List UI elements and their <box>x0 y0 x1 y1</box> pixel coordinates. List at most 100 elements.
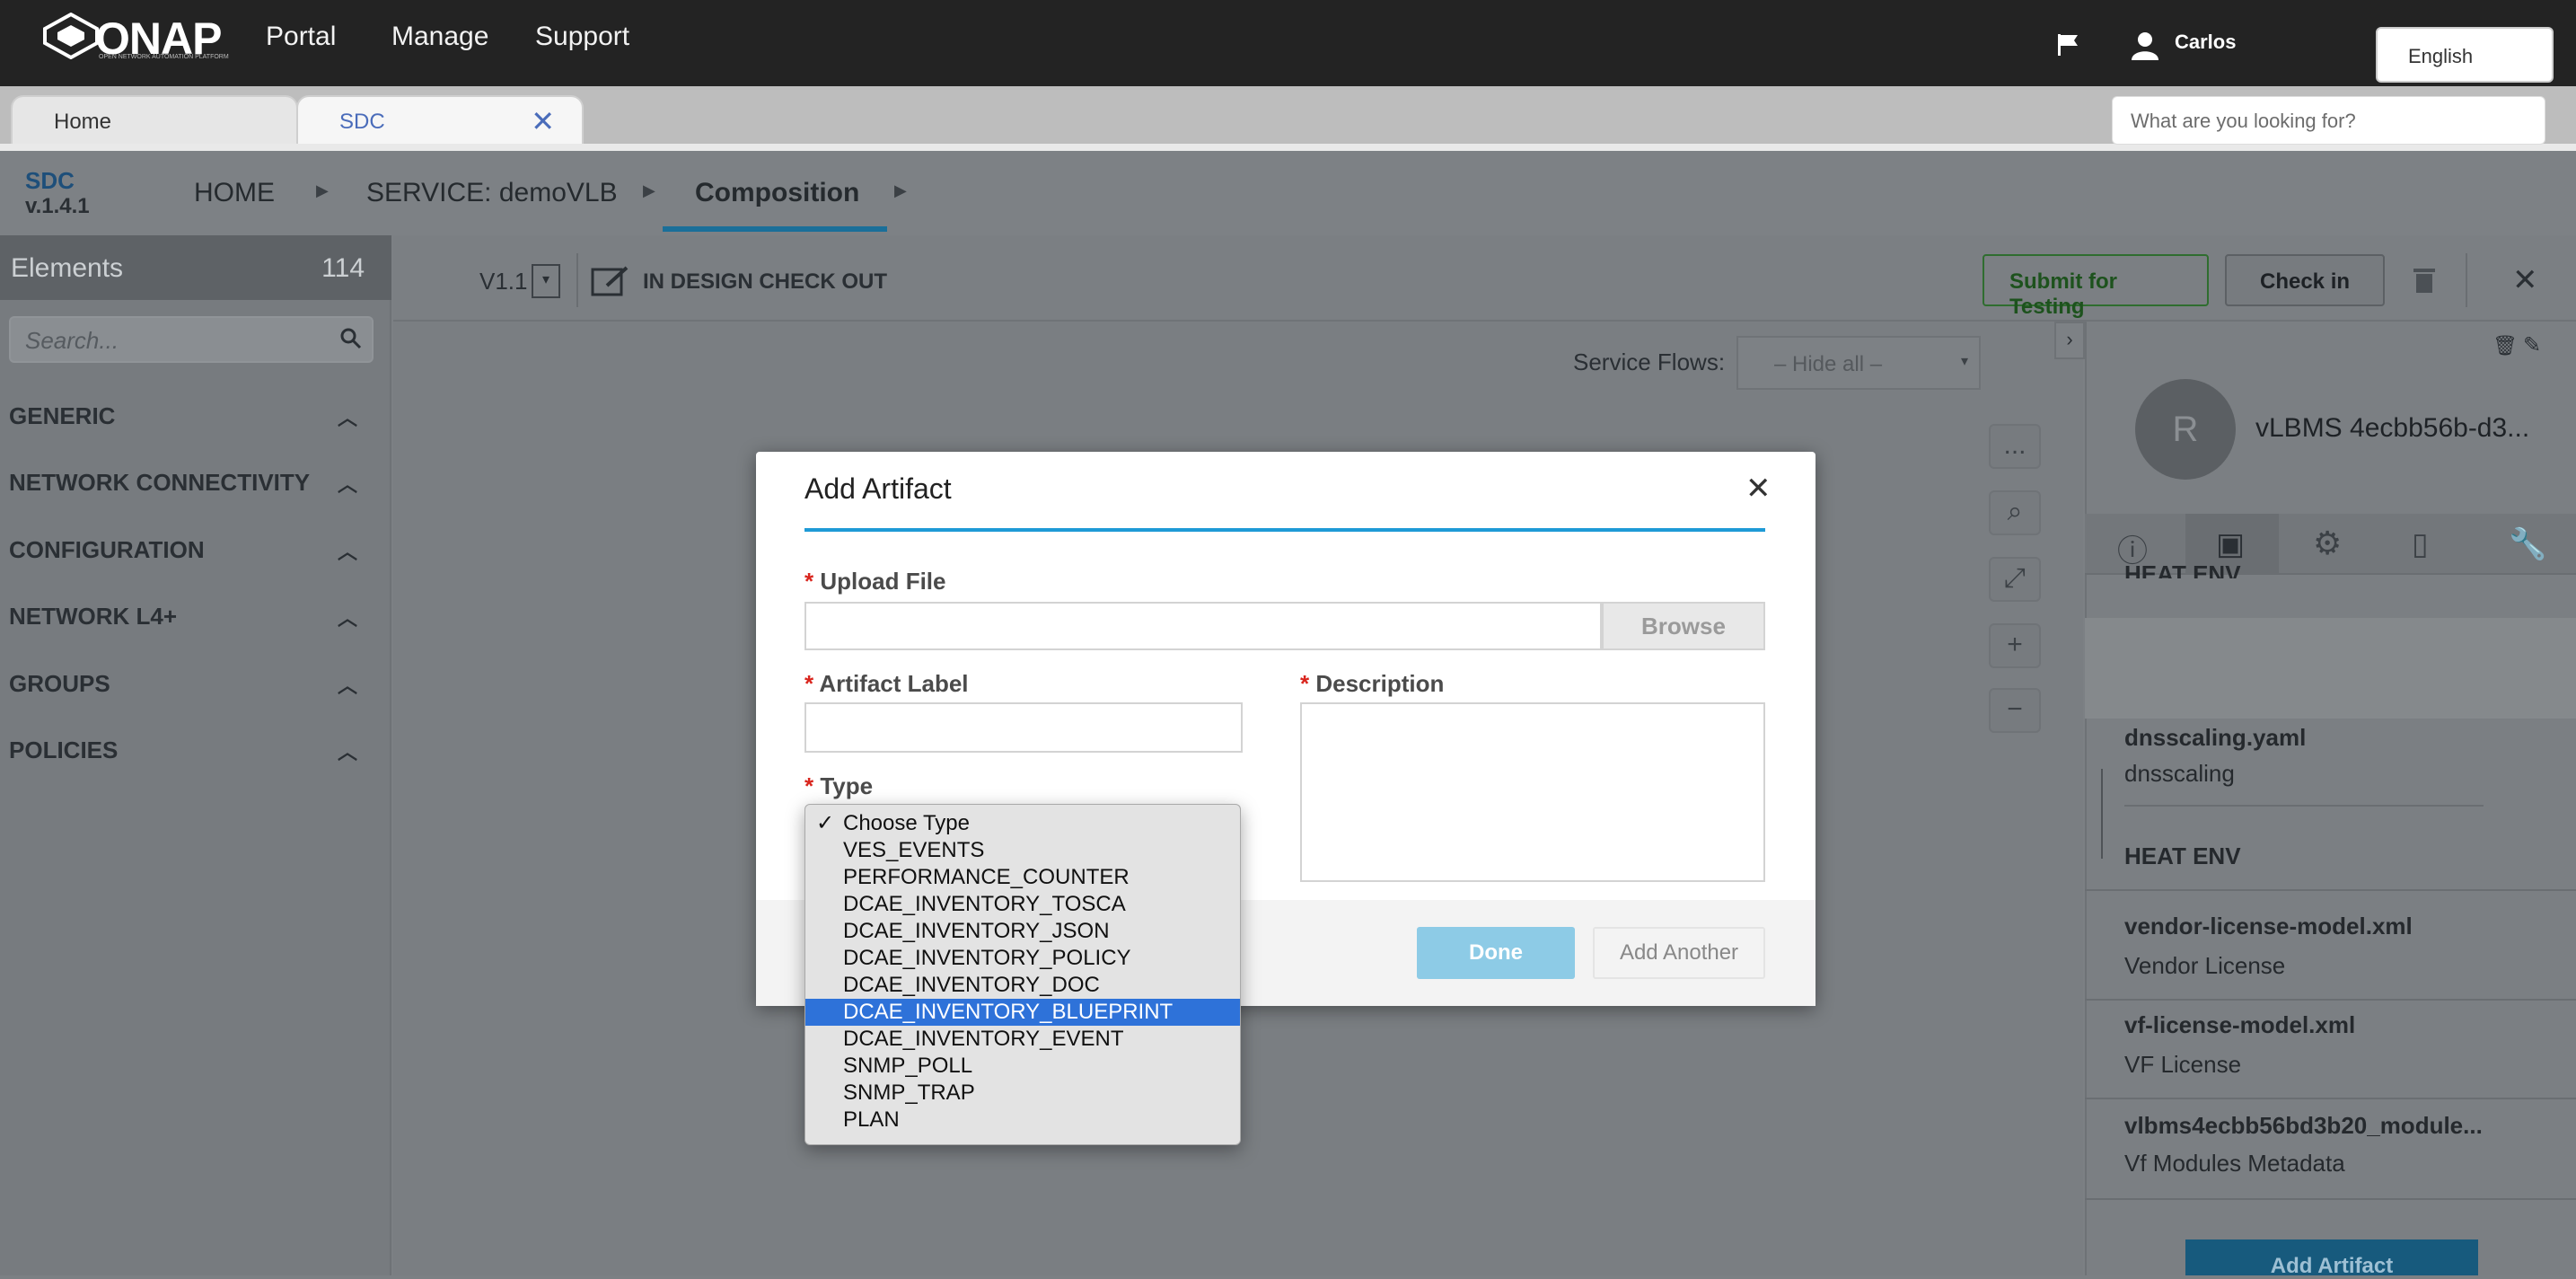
more-options-button[interactable]: ... <box>1989 424 2041 469</box>
nav-manage[interactable]: Manage <box>391 22 488 52</box>
global-search-input[interactable]: What are you looking for? <box>2112 96 2545 145</box>
fit-screen-button[interactable]: ⤢ <box>1989 557 2041 602</box>
version-dropdown-icon[interactable]: ▾ <box>532 264 560 298</box>
type-option[interactable]: DCAE_INVENTORY_POLICY <box>805 945 1240 972</box>
nav-portal[interactable]: Portal <box>266 22 336 52</box>
upload-file-label-text: Upload File <box>820 568 946 595</box>
logo-subtext: OPEN NETWORK AUTOMATION PLATFORM <box>99 54 229 60</box>
breadcrumb-caret-icon: ▶ <box>316 181 329 199</box>
breadcrumb-service[interactable]: SERVICE: demoVLB <box>366 178 618 208</box>
expand-icon: ⤢ <box>2004 563 2026 593</box>
nav-support[interactable]: Support <box>535 22 629 52</box>
document-icon[interactable]: ▯ <box>2412 526 2429 562</box>
type-dropdown-list[interactable]: ✓ Choose Type VES_EVENTS PERFORMANCE_COUN… <box>804 804 1241 1145</box>
modal-title-underline <box>804 528 1765 532</box>
gear-icon[interactable]: ⚙ <box>2313 525 2342 562</box>
divider <box>2085 1098 2576 1099</box>
add-another-button[interactable]: Add Another <box>1593 927 1765 979</box>
wrench-icon[interactable]: 🔧 <box>2509 526 2546 562</box>
service-flows-label: Service Flows: <box>1573 348 1726 375</box>
search-icon[interactable] <box>339 327 363 350</box>
category-policies[interactable]: POLICIES ︿ <box>9 737 382 764</box>
divider <box>2085 1198 2576 1200</box>
chevron-up-icon: ︿ <box>337 741 357 763</box>
description-textarea[interactable] <box>1300 702 1765 882</box>
component-avatar: R <box>2135 379 2236 480</box>
zoom-in-button[interactable]: + <box>1989 623 2041 668</box>
upload-file-input[interactable] <box>804 602 1602 650</box>
browse-button[interactable]: Browse <box>1602 602 1765 650</box>
tab-home[interactable]: Home <box>11 95 298 146</box>
category-label: GROUPS <box>9 670 110 697</box>
artifact-label: dnsscaling <box>2124 760 2235 787</box>
chevron-down-icon: ▾ <box>1961 354 1969 369</box>
submit-for-testing-button[interactable]: Submit for Testing <box>1983 254 2209 319</box>
artifact-env-label[interactable]: HEAT ENV <box>2124 842 2241 870</box>
modal-close-icon[interactable]: ✕ <box>1745 471 1772 507</box>
tab-home-label: Home <box>54 110 112 134</box>
artifact-label-text: Artifact Label <box>819 670 969 697</box>
done-button[interactable]: Done <box>1417 927 1575 979</box>
breadcrumb-composition[interactable]: Composition <box>695 178 859 208</box>
pencil-icon[interactable]: ✎ <box>2523 332 2541 358</box>
service-flows-select[interactable]: – Hide all – <box>1736 336 1981 390</box>
required-mark: * <box>804 772 814 799</box>
category-generic[interactable]: GENERIC ︿ <box>9 402 382 430</box>
artifact-file[interactable]: vendor-license-model.xml <box>2124 913 2413 940</box>
type-option[interactable]: DCAE_INVENTORY_DOC <box>805 972 1240 999</box>
checkmark-icon: ✓ <box>816 811 835 835</box>
chevron-up-icon: ︿ <box>337 607 357 630</box>
flag-icon[interactable] <box>2056 32 2079 57</box>
category-label: POLICIES <box>9 737 119 763</box>
search-icon: ⌕ <box>2007 497 2023 526</box>
type-option[interactable]: DCAE_INVENTORY_EVENT <box>805 1026 1240 1053</box>
onap-logo[interactable]: ONAP OPEN NETWORK AUTOMATION PLATFORM <box>43 13 250 64</box>
trash-icon[interactable] <box>2412 264 2437 295</box>
user-name[interactable]: Carlos <box>2175 31 2236 54</box>
active-breadcrumb-underline <box>663 226 887 232</box>
category-label: NETWORK CONNECTIVITY <box>9 469 311 496</box>
category-network-l4[interactable]: NETWORK L4+ ︿ <box>9 603 382 631</box>
type-option-highlighted[interactable]: DCAE_INVENTORY_BLUEPRINT <box>805 999 1240 1026</box>
user-icon[interactable] <box>2130 31 2160 61</box>
type-option[interactable]: PERFORMANCE_COUNTER <box>805 864 1240 891</box>
artifact-placeholder-row <box>2085 618 2576 719</box>
tab-sdc[interactable]: SDC ✕ <box>296 95 584 146</box>
category-network-connectivity[interactable]: NETWORK CONNECTIVITY ︿ <box>9 469 382 497</box>
plus-icon: + <box>2007 630 2023 659</box>
type-option[interactable]: SNMP_POLL <box>805 1053 1240 1080</box>
check-in-button[interactable]: Check in <box>2225 254 2385 306</box>
minus-icon: − <box>2007 694 2023 724</box>
expand-panel-icon[interactable]: › <box>2054 322 2085 359</box>
zoom-out-button[interactable]: − <box>1989 688 2041 733</box>
language-select[interactable]: English <box>2376 27 2554 83</box>
category-groups[interactable]: GROUPS ︿ <box>9 670 382 698</box>
elements-header: Elements 114 <box>0 235 391 300</box>
sdc-version: v.1.4.1 <box>25 194 90 218</box>
type-option[interactable]: ✓ Choose Type <box>805 810 1240 837</box>
close-icon[interactable]: ✕ <box>2512 262 2538 298</box>
version-label[interactable]: V1.1 <box>479 268 528 295</box>
type-option[interactable]: DCAE_INVENTORY_TOSCA <box>805 891 1240 918</box>
type-option[interactable]: DCAE_INVENTORY_JSON <box>805 918 1240 945</box>
artifact-file[interactable]: vf-license-model.xml <box>2124 1011 2355 1039</box>
artifact-label: Vf Modules Metadata <box>2124 1150 2345 1177</box>
category-configuration[interactable]: CONFIGURATION ︿ <box>9 536 382 564</box>
required-mark: * <box>804 568 814 595</box>
divider <box>2124 805 2484 807</box>
artifacts-icon[interactable]: ▣ <box>2216 526 2245 562</box>
artifact-file[interactable]: dnsscaling.yaml <box>2124 724 2306 752</box>
elements-search-input[interactable]: Search... <box>9 316 374 363</box>
toolbar-divider <box>576 253 578 307</box>
add-artifact-button[interactable]: Add Artifact <box>2185 1239 2478 1278</box>
breadcrumb-home[interactable]: HOME <box>194 178 275 208</box>
close-tab-icon[interactable]: ✕ <box>531 104 555 138</box>
artifact-label-input[interactable] <box>804 702 1243 753</box>
type-option[interactable]: SNMP_TRAP <box>805 1080 1240 1107</box>
upload-file-label: * Upload File <box>804 568 945 595</box>
zoom-search-button[interactable]: ⌕ <box>1989 490 2041 535</box>
type-option[interactable]: PLAN <box>805 1107 1240 1133</box>
type-option[interactable]: VES_EVENTS <box>805 837 1240 864</box>
artifact-file[interactable]: vlbms4ecbb56bd3b20_module... <box>2124 1112 2483 1140</box>
delete-icon[interactable]: 🗑 <box>2492 334 2518 357</box>
